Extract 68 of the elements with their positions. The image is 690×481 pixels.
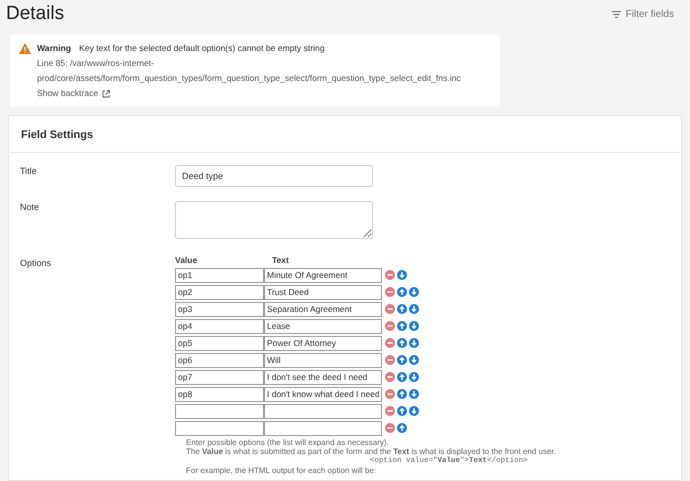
option-value-input[interactable]: op6: [175, 352, 264, 368]
move-up-icon[interactable]: [397, 389, 407, 399]
title-input[interactable]: Deed type: [175, 164, 373, 186]
option-value-input[interactable]: op5: [175, 336, 264, 350]
remove-icon[interactable]: [385, 321, 395, 331]
move-down-icon[interactable]: [409, 338, 419, 348]
remove-icon[interactable]: [385, 372, 395, 382]
option-value-input[interactable]: op8: [175, 386, 264, 402]
page-title: Details: [6, 2, 64, 26]
option-value-input[interactable]: [175, 420, 264, 436]
move-up-icon[interactable]: [397, 338, 407, 348]
show-backtrace-link[interactable]: Show backtrace: [37, 86, 461, 101]
help-text: Enter possible options (the list will expand as necessary).: [186, 438, 390, 447]
move-down-icon[interactable]: [409, 389, 419, 399]
option-value-input[interactable]: [175, 404, 264, 418]
option-text-input[interactable]: Separation Agreement: [264, 302, 382, 316]
external-link-icon: [102, 90, 110, 98]
field-label: Options: [19, 256, 52, 270]
move-up-icon[interactable]: [397, 423, 407, 433]
warning-message: Key text for the selected default option(s) cannot be empty string: [79, 42, 325, 55]
field-label: Note: [19, 200, 40, 214]
option-value-input[interactable]: op4: [175, 318, 264, 334]
move-down-icon[interactable]: [397, 270, 407, 280]
filter-fields-button[interactable]: Filter fields: [612, 6, 674, 22]
warning-icon: [19, 43, 31, 54]
move-down-icon[interactable]: [409, 406, 419, 416]
option-text-input[interactable]: Trust Deed: [264, 284, 382, 300]
move-up-icon[interactable]: [397, 287, 407, 297]
move-up-icon[interactable]: [397, 406, 407, 416]
option-text-input[interactable]: [264, 420, 382, 436]
option-value-input[interactable]: op1: [175, 268, 264, 282]
remove-icon[interactable]: [385, 355, 395, 365]
warning-label: Warning: [37, 42, 72, 55]
option-text-input[interactable]: I don't know what deed I need: [264, 386, 382, 402]
move-up-icon[interactable]: [397, 372, 407, 382]
move-up-icon[interactable]: [397, 304, 407, 314]
option-text-input[interactable]: I don't see the deed I need: [264, 370, 382, 384]
remove-icon[interactable]: [385, 304, 395, 314]
field-label: Title: [19, 164, 38, 178]
file-path-text: Line 85: /var/www/ros-internet-: [37, 57, 156, 70]
option-text-input[interactable]: Lease: [264, 318, 382, 334]
option-text-input[interactable]: Will: [264, 352, 382, 368]
remove-icon[interactable]: [385, 389, 395, 399]
move-up-icon[interactable]: [397, 355, 407, 365]
remove-icon[interactable]: [385, 338, 395, 348]
option-text-input[interactable]: Minute Of Agreement: [264, 268, 382, 282]
move-up-icon[interactable]: [397, 321, 407, 331]
option-value-input[interactable]: op7: [175, 370, 264, 384]
option-value-input[interactable]: op2: [175, 284, 264, 300]
move-down-icon[interactable]: [409, 321, 419, 331]
remove-icon[interactable]: [385, 270, 395, 280]
move-down-icon[interactable]: [409, 304, 419, 314]
section-heading: Field Settings: [10, 116, 680, 152]
file-path-text: prod/core/assets/form/form_question_types/form_question_type_select/form_question_type_select_edit_fns.inc: [37, 72, 461, 85]
remove-icon[interactable]: [385, 287, 395, 297]
help-text: For example, the HTML output for each option will be:: [186, 466, 378, 476]
option-value-input[interactable]: op3: [175, 302, 264, 316]
option-text-input[interactable]: [264, 404, 382, 418]
remove-icon[interactable]: [385, 406, 395, 416]
column-header: Text: [272, 254, 289, 266]
move-down-icon[interactable]: [409, 372, 419, 382]
move-down-icon[interactable]: [409, 287, 419, 297]
move-down-icon[interactable]: [409, 355, 419, 365]
filter-icon: [612, 10, 621, 18]
option-text-input[interactable]: Power Of Attorney: [264, 336, 382, 350]
help-text: The Value is what is submitted as part of the form and the Text is what is displayed to the front end user.: [186, 447, 557, 456]
column-header: Value: [175, 254, 198, 266]
remove-icon[interactable]: [385, 423, 395, 433]
